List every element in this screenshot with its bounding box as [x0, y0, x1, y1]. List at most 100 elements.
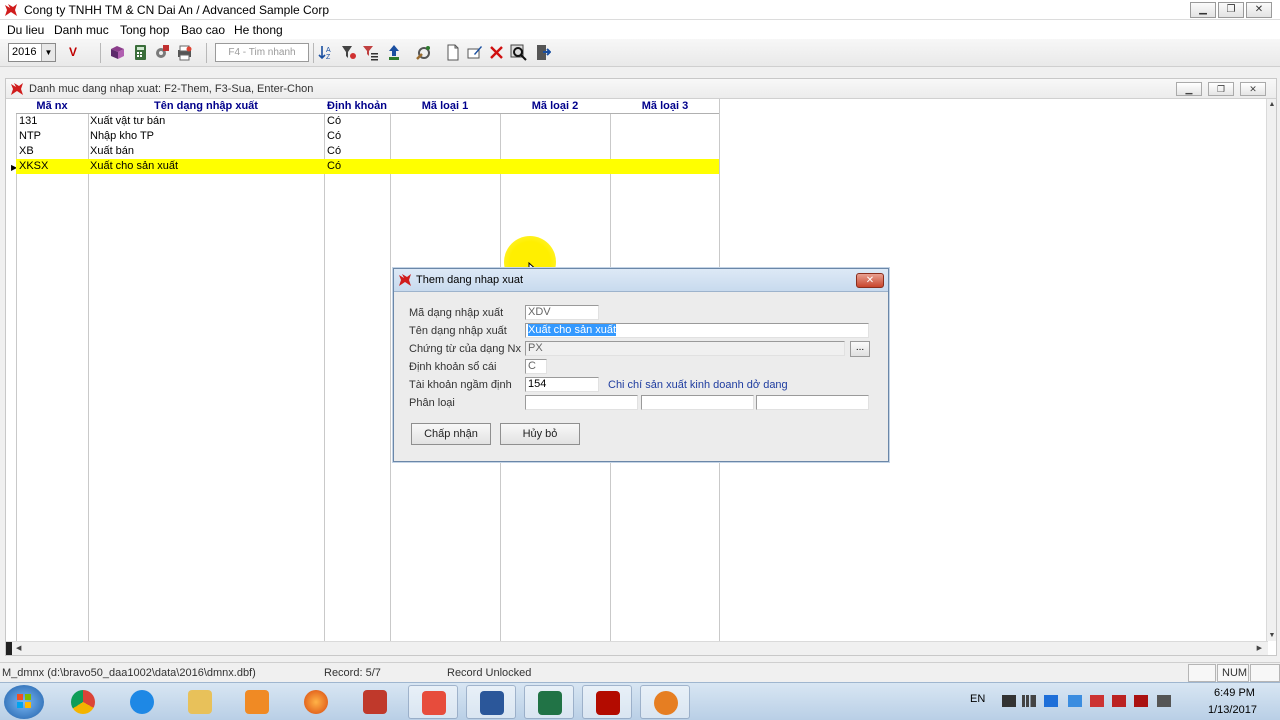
filter-icon[interactable]: [340, 44, 357, 61]
app-logo-icon: [11, 83, 23, 95]
header-ma-loai-2[interactable]: Mã loại 2: [500, 100, 610, 112]
taskbar-bravo[interactable]: [640, 685, 690, 719]
dialog-title-bar: Them dang nhap xuat ✕: [394, 269, 888, 292]
chevron-down-icon[interactable]: ▼: [41, 44, 55, 61]
taskbar-word[interactable]: [466, 685, 516, 719]
start-button[interactable]: [4, 685, 44, 719]
signal-icon[interactable]: [1022, 695, 1036, 707]
tray-close-icon[interactable]: [1090, 695, 1104, 707]
volume-icon[interactable]: [1157, 695, 1171, 707]
header-ten-dang[interactable]: Tên dạng nhập xuất: [88, 100, 324, 112]
taskbar-firefox[interactable]: [291, 685, 341, 719]
header-ma-loai-1[interactable]: Mã loại 1: [390, 100, 500, 112]
tray-app-icon[interactable]: [1002, 695, 1016, 707]
category-label: Phân loại: [409, 397, 455, 409]
taskbar-excel[interactable]: [524, 685, 574, 719]
voucher-field[interactable]: PX: [525, 341, 845, 356]
shield-icon: [422, 691, 446, 715]
taskbar-network[interactable]: [350, 685, 400, 719]
status-bar: M_dmnx (d:\bravo50_daa1002\data\2016\dmn…: [0, 662, 1280, 682]
new-document-icon[interactable]: [444, 44, 461, 61]
scroll-down-icon[interactable]: ▼: [1267, 632, 1277, 639]
clock-time[interactable]: 6:49 PM: [1214, 687, 1255, 699]
table-row[interactable]: 131 Xuất vật tư bán Có: [16, 114, 719, 129]
year-select[interactable]: 2016 ▼: [8, 43, 56, 62]
child-minimize-button[interactable]: ▁: [1176, 82, 1202, 96]
dialog-close-button[interactable]: ✕: [856, 273, 884, 288]
scroll-left-icon[interactable]: ◀: [16, 644, 21, 652]
cell-name: Xuất bán: [90, 145, 135, 157]
delete-icon[interactable]: [488, 44, 505, 61]
fox-icon: [654, 691, 678, 715]
header-ma-loai-3[interactable]: Mã loại 3: [610, 100, 720, 112]
table-row-selected[interactable]: XKSX Xuất cho sản xuất Có: [16, 159, 719, 174]
taskbar-explorer[interactable]: [175, 685, 225, 719]
child-maximize-button[interactable]: ❐: [1208, 82, 1234, 96]
menu-bao-cao[interactable]: Bao cao: [181, 23, 225, 37]
child-close-button[interactable]: ✕: [1240, 82, 1266, 96]
voucher-lookup-button[interactable]: ...: [850, 341, 870, 357]
taskbar-chrome[interactable]: [58, 685, 108, 719]
menu-danh-muc[interactable]: Danh muc: [54, 23, 109, 37]
search-zoom-icon[interactable]: [510, 44, 527, 61]
vertical-scrollbar[interactable]: ▲ ▼: [1266, 99, 1276, 641]
ledger-field[interactable]: C: [525, 359, 547, 374]
firefox-icon: [304, 690, 328, 714]
cell-name: Nhập kho TP: [90, 130, 155, 142]
scroll-up-icon[interactable]: ▲: [1267, 101, 1277, 108]
window-title: Cong ty TNHH TM & CN Dai An / Advanced S…: [24, 3, 330, 17]
folder-icon: [188, 690, 212, 714]
cancel-button[interactable]: Hủy bỏ: [500, 423, 580, 445]
settings-icon[interactable]: [153, 44, 170, 61]
calculator-icon[interactable]: [132, 44, 149, 61]
minimize-button[interactable]: ▁: [1190, 2, 1216, 18]
quick-search-input[interactable]: F4 - Tim nhanh: [215, 43, 309, 62]
horizontal-scrollbar[interactable]: ◀ ▶: [6, 641, 1268, 655]
v-button[interactable]: V: [69, 45, 77, 59]
category-field-2[interactable]: [641, 395, 754, 410]
app-logo-icon: [5, 4, 17, 16]
clock-date[interactable]: 1/13/2017: [1208, 704, 1257, 716]
taskbar-shield[interactable]: [408, 685, 458, 719]
filter-list-icon[interactable]: [362, 44, 379, 61]
cell-entry: Có: [327, 115, 342, 127]
edit-icon[interactable]: [466, 44, 483, 61]
menu-du-lieu[interactable]: Du lieu: [7, 23, 44, 37]
name-field[interactable]: Xuất cho sản xuất: [525, 323, 869, 338]
book-icon[interactable]: [109, 44, 126, 61]
print-icon[interactable]: [176, 44, 193, 61]
maximize-button[interactable]: ❐: [1218, 2, 1244, 18]
tray-app2-icon[interactable]: [1134, 695, 1148, 707]
category-field-3[interactable]: [756, 395, 869, 410]
scroll-right-icon[interactable]: ▶: [1257, 644, 1262, 652]
taskbar-acrobat[interactable]: [582, 685, 632, 719]
app-logo-icon: [399, 274, 411, 286]
category-field-1[interactable]: [525, 395, 638, 410]
tools-icon[interactable]: [415, 44, 432, 61]
close-button[interactable]: ✕: [1246, 2, 1272, 18]
code-field[interactable]: XDV: [525, 305, 599, 320]
media-player-icon: [245, 690, 269, 714]
upload-icon[interactable]: [386, 44, 403, 61]
taskbar-ie[interactable]: [117, 685, 167, 719]
word-icon: [480, 691, 504, 715]
scroll-thumb[interactable]: [6, 642, 12, 655]
dropbox-icon[interactable]: [1068, 695, 1082, 707]
status-record: Record: 5/7: [324, 667, 381, 679]
menu-tong-hop[interactable]: Tong hop: [120, 23, 169, 37]
account-field[interactable]: 154: [525, 377, 599, 392]
table-row[interactable]: NTP Nhập kho TP Có: [16, 129, 719, 144]
language-indicator[interactable]: EN: [970, 693, 985, 705]
exit-icon[interactable]: [534, 44, 551, 61]
tray-update-icon[interactable]: [1044, 695, 1058, 707]
header-ma-nx[interactable]: Mã nx: [16, 100, 88, 112]
status-file: M_dmnx (d:\bravo50_daa1002\data\2016\dmn…: [2, 667, 256, 679]
tray-v-icon[interactable]: [1112, 695, 1126, 707]
menu-he-thong[interactable]: He thong: [234, 23, 283, 37]
taskbar-media[interactable]: [232, 685, 282, 719]
table-row[interactable]: XB Xuất bán Có: [16, 144, 719, 159]
header-dinh-khoan[interactable]: Định khoản: [324, 100, 390, 112]
year-value: 2016: [12, 46, 37, 58]
accept-button[interactable]: Chấp nhận: [411, 423, 491, 445]
sort-icon[interactable]: AZ: [318, 44, 335, 61]
